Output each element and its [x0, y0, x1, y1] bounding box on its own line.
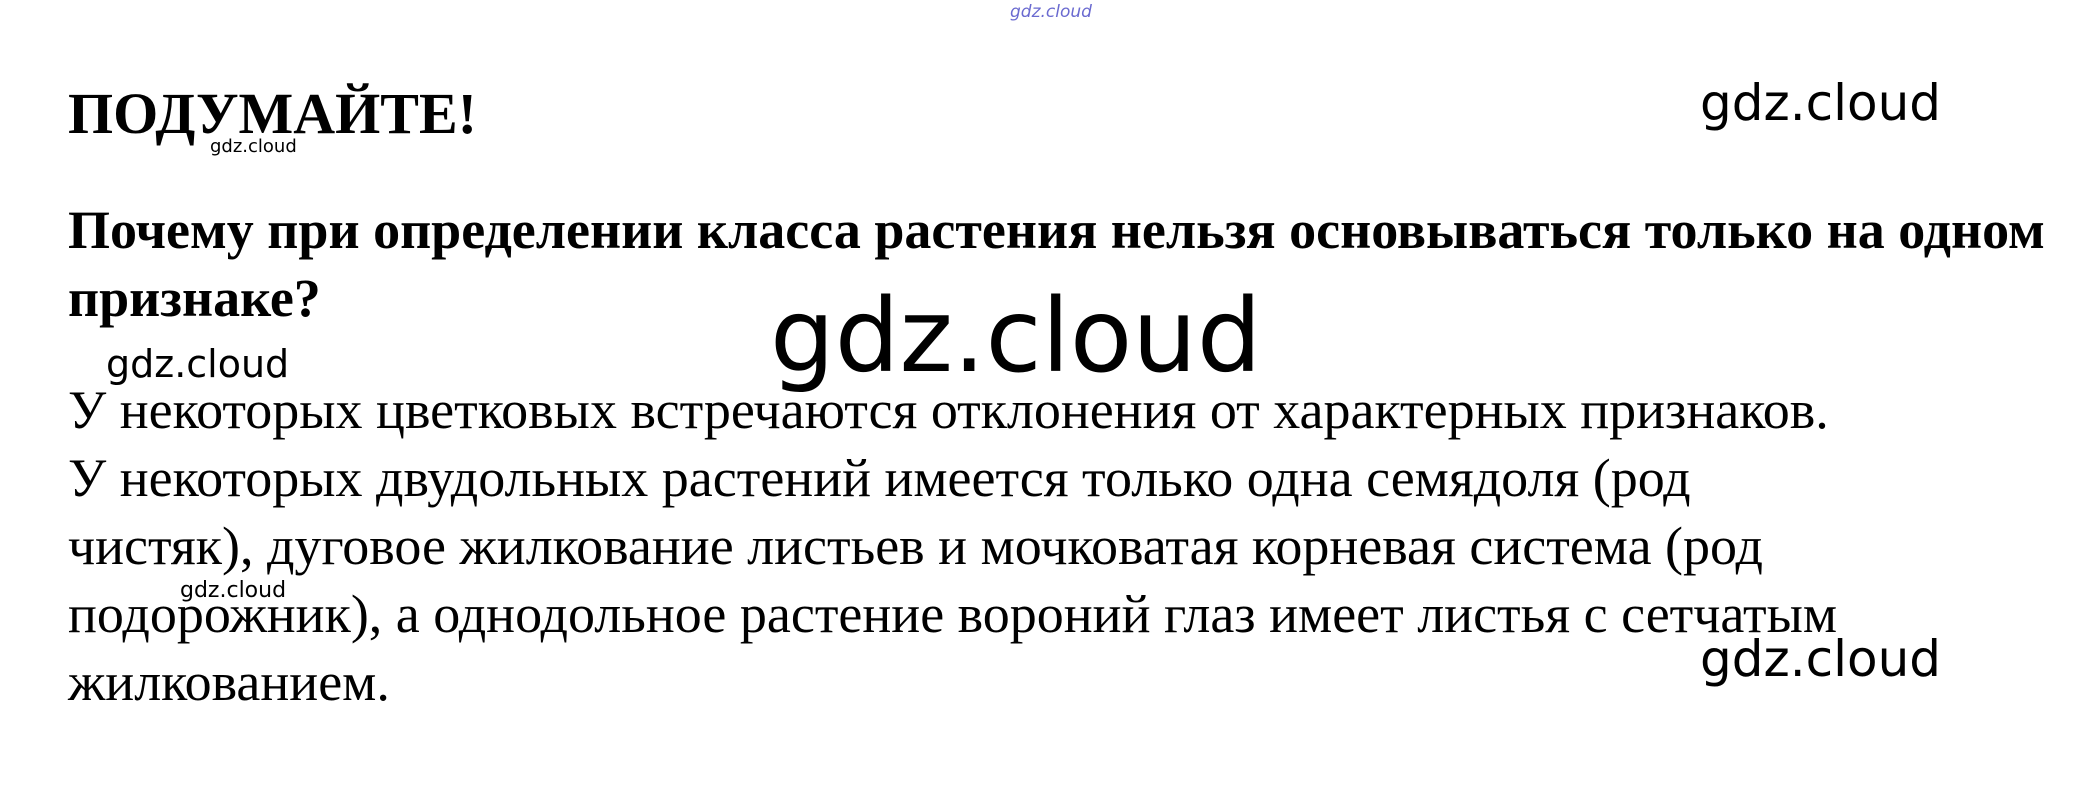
watermark-top: gdz.cloud — [1010, 2, 1092, 22]
answer-line: У некоторых двудольных растений имеется … — [68, 448, 1691, 508]
watermark-large: gdz.cloud — [770, 277, 1262, 396]
watermark: gdz.cloud — [106, 342, 290, 386]
document-page: ПОДУМАЙТЕ! Почему при определении класса… — [0, 0, 2084, 796]
watermark: gdz.cloud — [180, 578, 287, 603]
watermark: gdz.cloud — [1700, 74, 1942, 132]
watermark: gdz.cloud — [1700, 630, 1942, 688]
watermark: gdz.cloud — [210, 136, 297, 157]
answer-line: чистяк), дуговое жилкование листьев и мо… — [68, 516, 1763, 576]
